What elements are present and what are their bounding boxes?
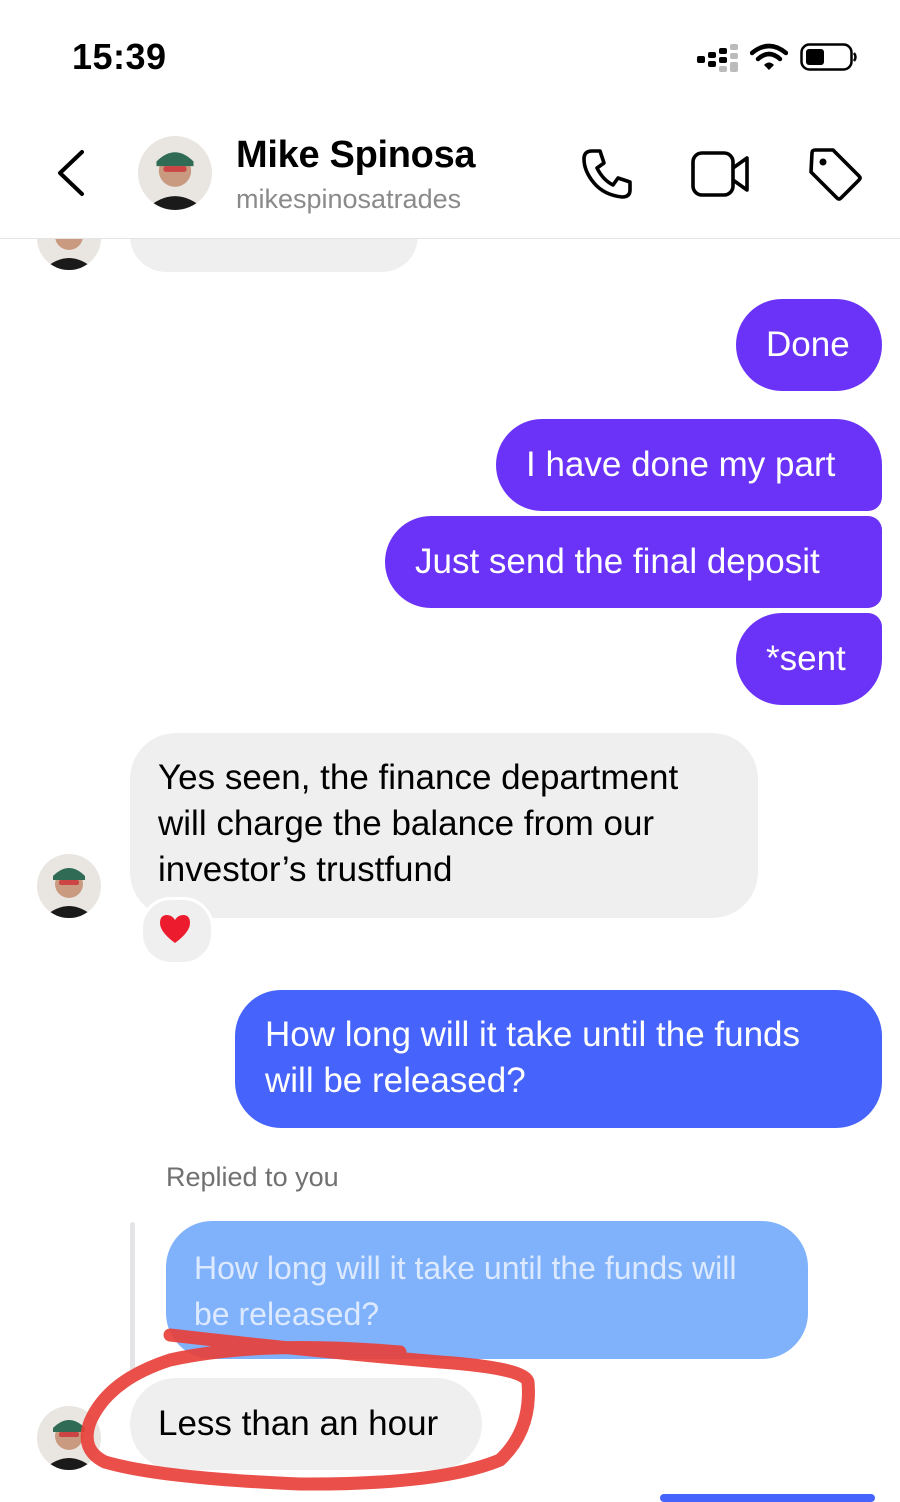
contact-name[interactable]: Mike Spinosa [236, 134, 476, 177]
reply-label: Replied to you [166, 1162, 339, 1192]
reaction-badge[interactable] [140, 897, 214, 965]
message-bubble-incoming[interactable]: Less than an hour [130, 1378, 482, 1470]
video-call-icon[interactable] [690, 148, 752, 200]
message-bubble-outgoing[interactable]: I have done my part [496, 419, 882, 511]
message-bubble-outgoing[interactable]: *sent [736, 613, 882, 705]
message-bubble-incoming[interactable]: Yes seen, the finance department will ch… [130, 733, 758, 918]
heart-icon [160, 915, 190, 943]
wifi-icon [750, 43, 788, 70]
status-time: 15:39 [72, 36, 167, 77]
quoted-message[interactable]: How long will it take until the funds wi… [166, 1221, 808, 1359]
cellular-signal-icon [697, 44, 738, 72]
message-bubble-outgoing[interactable]: Just send the final deposit [385, 516, 882, 608]
message-bubble-outgoing[interactable]: Done [736, 299, 882, 391]
phone-call-icon[interactable] [578, 145, 636, 203]
back-icon[interactable] [52, 148, 92, 198]
contact-handle[interactable]: mikespinosatrades [236, 184, 461, 215]
contact-avatar[interactable] [37, 1406, 101, 1470]
next-message-edge [660, 1494, 875, 1502]
reply-indicator-line [130, 1222, 135, 1372]
battery-icon [800, 43, 857, 71]
contact-avatar[interactable] [37, 854, 101, 918]
tag-icon[interactable] [806, 145, 864, 203]
header-avatar[interactable] [138, 136, 212, 210]
message-bubble-outgoing[interactable]: How long will it take until the funds wi… [235, 990, 882, 1128]
